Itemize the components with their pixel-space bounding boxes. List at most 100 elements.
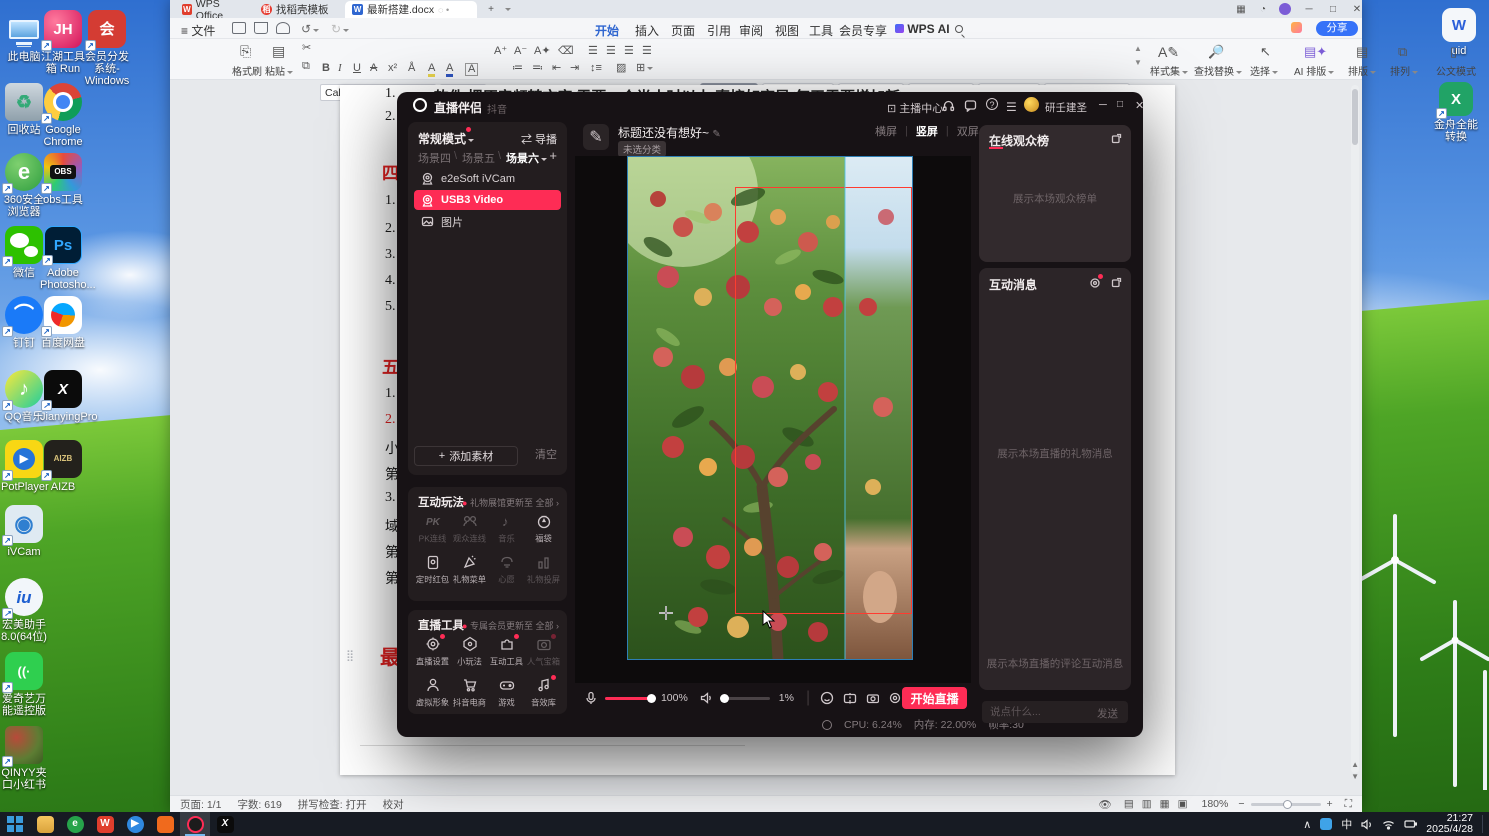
char-border-icon[interactable]: A (465, 63, 479, 76)
source-ivcam[interactable]: e2eSoft iVCam (414, 169, 561, 188)
battery-icon[interactable] (1404, 819, 1418, 829)
help-icon[interactable]: ? (986, 98, 998, 110)
outdent-icon[interactable]: ⇤ (552, 63, 561, 74)
menu-icon[interactable]: ☰ (1006, 100, 1017, 114)
taskbar-360-browser[interactable]: e (60, 812, 90, 836)
strikethrough-icon[interactable]: A (370, 63, 377, 74)
desktop-icon-chrome[interactable]: Google Chrome (40, 83, 86, 148)
play-music[interactable]: ♪ 音乐 (488, 513, 525, 545)
messages-popout-icon[interactable] (1111, 277, 1122, 288)
add-source-button[interactable]: + 添加素材 (414, 446, 518, 466)
mirror-flip-icon[interactable] (843, 691, 857, 705)
desktop-icon-jianying[interactable]: X JianyingPro (40, 370, 97, 423)
notifications-icon[interactable]: ◔ (1254, 2, 1272, 16)
cut-icon[interactable]: ✂ (302, 43, 311, 54)
live-minimize-button[interactable]: ─ (1099, 99, 1107, 111)
tool-ecommerce[interactable]: 抖音电商 (451, 677, 488, 709)
clear-format-icon[interactable]: ⌫ (558, 46, 574, 57)
increase-font-icon[interactable]: A⁺ (494, 46, 507, 57)
maximize-button[interactable]: □ (1324, 2, 1342, 16)
shading-icon[interactable]: ▨ (616, 63, 626, 74)
play-guest-link[interactable]: 观众连线 (451, 513, 488, 545)
network-icon[interactable] (1382, 819, 1395, 830)
tray-expand-icon[interactable]: ∧ (1303, 818, 1311, 831)
bullets-icon[interactable]: ≔ (512, 63, 523, 74)
zoom-value[interactable]: 180% (1202, 798, 1229, 810)
menu-tools[interactable]: 工具 (806, 21, 836, 40)
format-painter-label[interactable]: 格式刷 (232, 63, 262, 78)
page-prev-button[interactable]: ▲ (1351, 760, 1359, 769)
decrease-font-icon[interactable]: A⁻ (514, 46, 527, 57)
eye-protect-icon[interactable]: 👁 (1098, 798, 1111, 811)
scene-tab-6[interactable]: 场景六 (506, 150, 547, 166)
paste-label[interactable]: 粘贴 (265, 63, 293, 78)
stream-title[interactable]: 标题还没有想好~ ✎ (618, 124, 721, 141)
select-label[interactable]: 选择 (1250, 63, 1278, 78)
arrange-label[interactable]: 排列 (1390, 63, 1418, 78)
menu-file[interactable]: ≡ 文件 (178, 21, 218, 40)
play-red-packet[interactable]: 定时红包 (414, 554, 451, 586)
align-left-icon[interactable]: ☰ (588, 46, 598, 57)
desktop-icon-jianghu[interactable]: JH 江湖工具箱 Run (40, 10, 86, 75)
clock[interactable]: 21:27 2025/4/28 (1426, 813, 1473, 835)
edit-room-icon[interactable]: ✎ (583, 124, 609, 150)
zoom-out-button[interactable]: − (1238, 798, 1244, 810)
taskbar-app-orange[interactable] (150, 812, 180, 836)
taskbar-wps[interactable]: W (90, 812, 120, 836)
paragraph-drag-handle[interactable]: ⣿ (346, 649, 354, 662)
desktop-icon-remote[interactable]: ((· 爱奇艺万能遥控版 (1, 652, 47, 717)
minimize-button[interactable]: ─ (1300, 2, 1318, 16)
mic-volume-slider[interactable] (604, 693, 656, 703)
taskbar-live-companion[interactable] (180, 812, 210, 836)
desktop-icon-hongmei[interactable]: iu 宏美助手 8.0(64位) (1, 578, 47, 643)
source-usb3-video[interactable]: USB3 Video (414, 190, 561, 210)
align-center-icon[interactable]: ☰ (606, 46, 616, 57)
headset-icon[interactable] (942, 99, 955, 112)
desktop-icon-member[interactable]: 会 会员分发系统-Windows (84, 10, 130, 87)
play-wish[interactable]: 心愿 (488, 554, 525, 586)
desktop-icon-photoshop[interactable]: Ps Adobe Photosho... (40, 226, 96, 291)
scene-tab-4[interactable]: 场景四 (418, 150, 451, 166)
styles-scroll-up[interactable]: ▲ (1134, 45, 1142, 53)
microphone-icon[interactable] (585, 691, 597, 705)
desktop-icon-uid[interactable]: W uid (1436, 8, 1482, 57)
superscript-icon[interactable]: x² (388, 63, 397, 74)
taskbar-file-explorer[interactable] (30, 812, 60, 836)
user-avatar[interactable] (1024, 97, 1039, 112)
tools-panel-update[interactable]: ● 专属会员更新至 全部 › (462, 619, 559, 632)
menu-reference[interactable]: 引用 (704, 21, 734, 40)
menu-member[interactable]: 会员专享 (836, 21, 890, 40)
view-read-icon[interactable]: ▣ (1178, 798, 1188, 810)
save-icon[interactable] (232, 22, 246, 34)
status-words[interactable]: 字数: 619 (237, 797, 281, 812)
settings-icon[interactable] (888, 691, 902, 705)
undo-button[interactable]: ↺ (298, 21, 322, 37)
font-color-icon[interactable]: A (446, 63, 454, 77)
sticker-icon[interactable] (820, 691, 834, 705)
account-avatar[interactable] (1276, 2, 1294, 16)
zoom-slider[interactable] (1250, 799, 1321, 809)
ui-mode-icon[interactable]: ▦ (1232, 2, 1250, 16)
scrollbar-thumb[interactable] (1352, 89, 1358, 145)
page-next-button[interactable]: ▼ (1351, 772, 1359, 781)
tab-wps-office[interactable]: W WPS Office (175, 0, 251, 22)
clear-sources-button[interactable]: 清空 (535, 446, 557, 462)
print-icon[interactable] (254, 22, 268, 34)
mode-portrait[interactable]: 竖屏 (916, 123, 938, 139)
ai-layout-label[interactable]: AI 排版 (1294, 63, 1335, 78)
messages-title[interactable]: 互动消息 (989, 276, 1037, 293)
find-replace-label[interactable]: 查找替换 (1194, 63, 1242, 78)
director-button[interactable]: ⇄ 导播 (521, 131, 557, 147)
redo-button[interactable]: ↻ (328, 21, 352, 37)
tool-sound-library[interactable]: 音效库 (525, 675, 562, 709)
phonetic-icon[interactable]: Å (408, 63, 415, 74)
add-scene-button[interactable]: + (549, 148, 557, 163)
typeset-label[interactable]: 排版 (1348, 63, 1376, 78)
desktop-icon-obs[interactable]: OBS obs工具 (40, 153, 86, 206)
align-right-icon[interactable]: ☰ (624, 46, 634, 57)
highlight-icon[interactable]: A (428, 63, 436, 77)
document-scrollbar[interactable] (1351, 85, 1359, 773)
menu-wps-ai[interactable]: WPS AI (892, 21, 953, 37)
desktop-icon-qinyy[interactable]: QINYY夹口小红书 (1, 726, 47, 791)
close-button[interactable]: ✕ (1348, 2, 1366, 16)
